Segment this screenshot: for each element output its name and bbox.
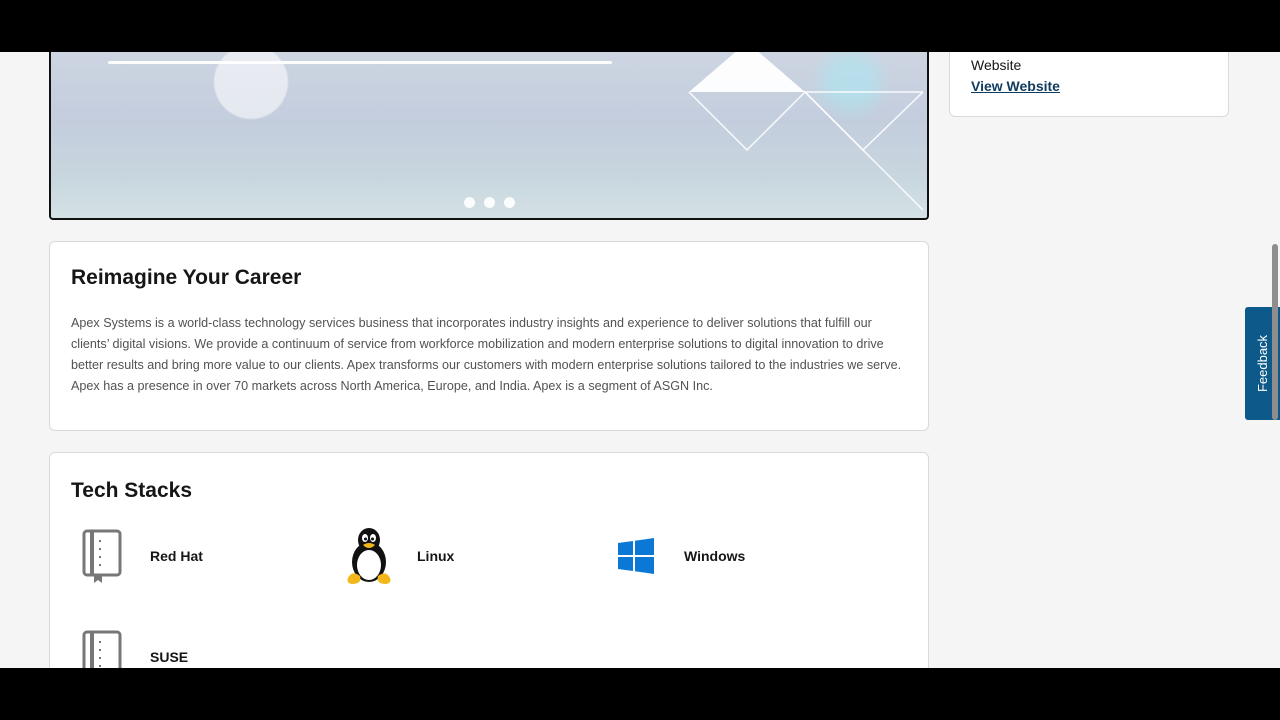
page-scrollbar-thumb[interactable] bbox=[1272, 244, 1278, 420]
book-icon bbox=[72, 627, 132, 668]
about-company-card: Reimagine Your Career Apex Systems is a … bbox=[49, 241, 929, 431]
letterbox-top bbox=[0, 0, 1280, 52]
book-icon bbox=[72, 526, 132, 586]
tech-item-suse: SUSE bbox=[72, 627, 188, 668]
carousel-dot[interactable] bbox=[503, 197, 515, 208]
tech-stacks-title: Tech Stacks bbox=[71, 479, 193, 502]
geometric-pattern-graphic bbox=[688, 52, 924, 211]
tech-item-label: Red Hat bbox=[150, 548, 203, 564]
about-description: Apex Systems is a world-class technology… bbox=[71, 316, 902, 393]
about-title: Reimagine Your Career bbox=[71, 266, 302, 289]
carousel-dots bbox=[51, 197, 927, 208]
page-viewport[interactable]: Website View Website Reimagine Your Care… bbox=[0, 52, 1280, 668]
tech-item-red-hat: Red Hat bbox=[72, 526, 203, 586]
windows-logo-icon bbox=[606, 526, 666, 586]
tech-item-label: Windows bbox=[684, 548, 746, 564]
tech-stacks-card: Tech Stacks Red Hat Linux Windows SUSE bbox=[49, 452, 929, 668]
hero-carousel[interactable] bbox=[49, 52, 929, 220]
tech-item-linux: Linux bbox=[339, 526, 454, 586]
view-website-link[interactable]: View Website bbox=[971, 78, 1060, 94]
tech-item-label: SUSE bbox=[150, 649, 189, 665]
tech-item-windows: Windows bbox=[606, 526, 745, 586]
banner-decoration-line bbox=[108, 61, 612, 64]
letterbox-bottom bbox=[0, 668, 1280, 720]
carousel-dot[interactable] bbox=[463, 197, 475, 208]
website-label: Website bbox=[971, 57, 1022, 73]
carousel-dot[interactable] bbox=[483, 197, 495, 208]
feedback-label: Feedback bbox=[1255, 334, 1270, 393]
tech-item-label: Linux bbox=[417, 548, 455, 564]
company-website-card: Website View Website bbox=[949, 52, 1229, 117]
linux-penguin-icon bbox=[339, 526, 399, 586]
